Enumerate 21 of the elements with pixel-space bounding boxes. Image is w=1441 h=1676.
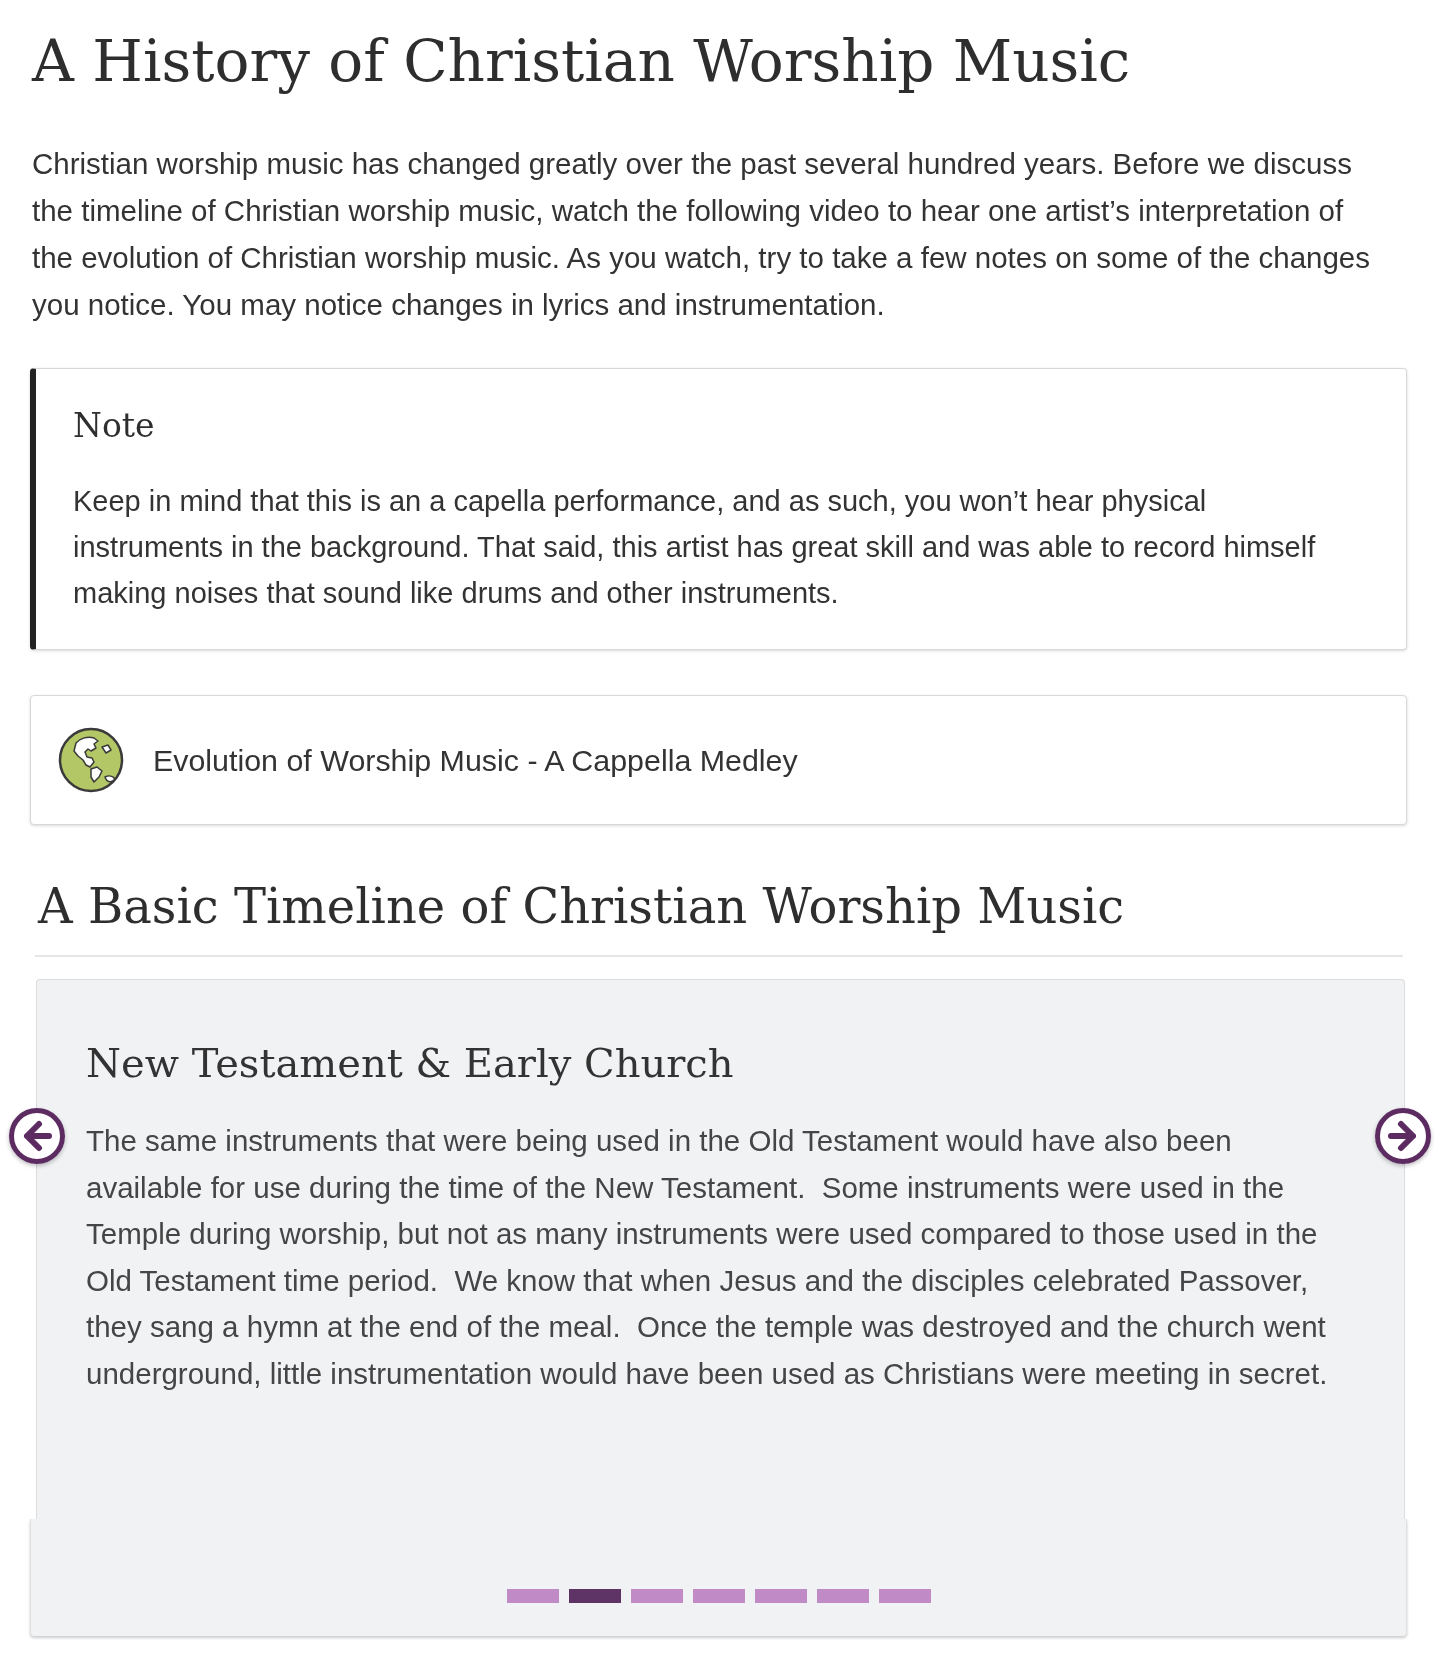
video-link-label: Evolution of Worship Music - A Cappella Medley bbox=[153, 742, 798, 778]
previous-button[interactable] bbox=[9, 1108, 65, 1164]
arrow-left-icon bbox=[9, 1108, 65, 1164]
note-heading: Note bbox=[73, 405, 155, 447]
note-text: Keep in mind that this is an a capella performance, and as such, you won’t hear physical instruments in the background. That said, this artist has great skill and was able to record himself making noises that sound like drums and other instruments. bbox=[73, 484, 1317, 611]
section-heading: A Basic Timeline of Christian Worship Music bbox=[38, 877, 1125, 936]
slide-title: New Testament & Early Church bbox=[86, 1039, 734, 1088]
slide-indicator[interactable] bbox=[568, 1589, 621, 1603]
slide-indicator[interactable] bbox=[506, 1589, 559, 1603]
arrow-right-icon bbox=[1375, 1108, 1431, 1164]
slide-indicator[interactable] bbox=[692, 1589, 745, 1603]
next-button[interactable] bbox=[1375, 1108, 1431, 1164]
intro-paragraph: Christian worship music has changed greatly over the past several hundred years. Before we discuss the timeline of Christian worship music, watch the following video to hear one artist’s interpretation of the evolution of Christian worship music. As you watch, try to take a few notes on some of the changes you notice. You may notice changes in lyrics and instrumentation. bbox=[32, 146, 1372, 323]
slide-text: The same instruments that were being used in the Old Testament would have also been available for use during the time of the New Testament. Some instruments were used in the Temple during worship, but not as many instruments were used compared to those used in the Old Testament time period. We know that when Jesus and the disciples celebrated Passover, they sang a hymn at the end of the meal. Once the temple was destroyed and the church went underground, little instrumentation would have been used as Christians were meeting in secret. bbox=[86, 1123, 1329, 1392]
slide-indicator[interactable] bbox=[754, 1589, 807, 1603]
slide-indicator[interactable] bbox=[878, 1589, 931, 1603]
video-link-card[interactable]: Evolution of Worship Music - A Cappella Medley bbox=[30, 695, 1407, 825]
slide-indicator[interactable] bbox=[630, 1589, 683, 1603]
slide-indicator[interactable] bbox=[816, 1589, 869, 1603]
page-title: A History of Christian Worship Music bbox=[32, 26, 1131, 97]
globe-icon bbox=[58, 727, 124, 793]
